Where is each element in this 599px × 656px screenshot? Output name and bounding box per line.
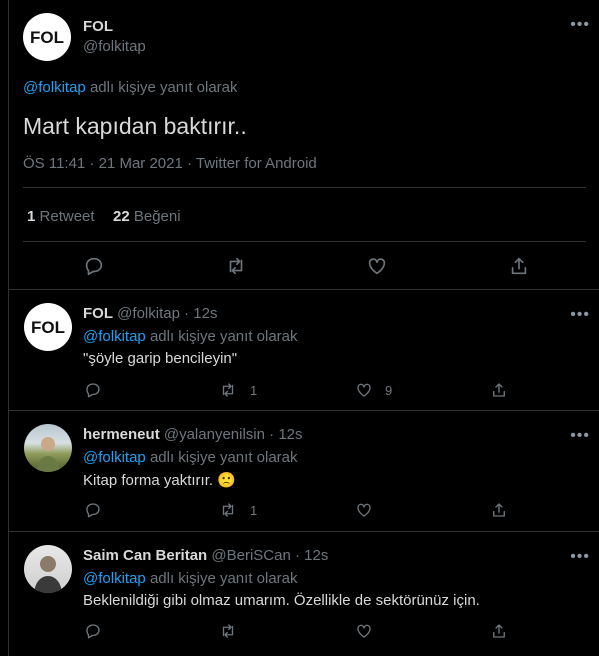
reply-tweet[interactable]: FOL FOL @folkitap · 12s ••• @folkitap ad… (9, 291, 599, 411)
svg-text:FOL: FOL (31, 318, 65, 337)
avatar[interactable]: FOL (24, 303, 72, 351)
reply-context: @folkitap adlı kişiye yanıt olarak (83, 328, 298, 345)
like-icon[interactable] (366, 255, 388, 277)
like-count: 22 (113, 208, 130, 225)
more-icon[interactable]: ••• (570, 428, 590, 444)
reply-to-suffix: adlı kişiye yanıt olarak (89, 79, 238, 96)
avatar-photo-icon (36, 437, 60, 472)
avatar-photo-icon (34, 556, 62, 593)
display-name[interactable]: hermeneut (83, 426, 160, 443)
handle[interactable]: @BeriSCan (211, 547, 290, 564)
retweet-icon[interactable] (219, 381, 237, 399)
fol-logo-icon: FOL (24, 303, 72, 351)
like-icon[interactable] (355, 622, 373, 640)
reply-tweet[interactable]: hermeneut @yalanyenilsin · 12s ••• @folk… (9, 412, 599, 532)
share-icon[interactable] (490, 622, 508, 640)
more-icon[interactable]: ••• (570, 17, 590, 33)
tweet-text-body: Kitap forma yaktırır. (83, 472, 214, 489)
tweet-text: Beklenildiği gibi olmaz umarım. Özellikl… (83, 592, 480, 609)
retweet-count: 1 (27, 208, 36, 225)
reply-header: FOL @folkitap · 12s (83, 305, 217, 322)
fol-logo-icon: FOL (23, 13, 71, 61)
retweet-icon[interactable] (219, 501, 237, 519)
avatar[interactable] (24, 545, 72, 593)
main-tweet: FOL FOL @folkitap ••• @folkitap adlı kiş… (9, 0, 599, 290)
avatar[interactable] (24, 424, 72, 472)
tweet-text: Kitap forma yaktırır. 🙁 (83, 471, 236, 489)
reply-to-suffix: adlı kişiye yanıt olarak (149, 328, 298, 345)
timestamp[interactable]: · 12s (295, 547, 328, 564)
reply-to-link[interactable]: @folkitap (23, 79, 86, 96)
like-count: 9 (385, 383, 393, 398)
like-icon[interactable] (355, 381, 373, 399)
share-icon[interactable] (508, 255, 530, 277)
retweet-icon[interactable] (219, 622, 237, 640)
share-icon[interactable] (490, 501, 508, 519)
avatar[interactable]: FOL (23, 13, 71, 61)
reply-context: @folkitap adlı kişiye yanıt olarak (83, 449, 298, 466)
timestamp[interactable]: · 12s (269, 426, 302, 443)
more-icon[interactable]: ••• (570, 307, 590, 323)
like-icon[interactable] (355, 501, 373, 519)
tweet-thread: FOL FOL @folkitap ••• @folkitap adlı kiş… (8, 0, 599, 656)
retweet-count: 1 (250, 383, 258, 398)
reply-icon[interactable] (84, 381, 102, 399)
reply-to-suffix: adlı kişiye yanıt olarak (149, 570, 298, 587)
tweet-meta[interactable]: ÖS 11:41 · 21 Mar 2021 · Twitter for And… (23, 155, 317, 172)
handle[interactable]: @folkitap (117, 305, 180, 322)
handle[interactable]: @folkitap (83, 38, 146, 55)
reply-to-link[interactable]: @folkitap (83, 449, 146, 466)
reply-tweet[interactable]: Saim Can Beritan @BeriSCan · 12s ••• @fo… (9, 533, 599, 656)
retweet-label: Retweet (39, 208, 95, 225)
display-name[interactable]: FOL (83, 305, 113, 322)
handle[interactable]: @yalanyenilsin (164, 426, 265, 443)
retweet-stat[interactable]: 1 Retweet (27, 208, 95, 225)
reply-context: @folkitap adlı kişiye yanıt olarak (83, 570, 298, 587)
share-icon[interactable] (490, 381, 508, 399)
divider (23, 241, 586, 242)
display-name[interactable]: FOL (83, 18, 113, 35)
timestamp[interactable]: · 12s (184, 305, 217, 322)
reply-header: Saim Can Beritan @BeriSCan · 12s (83, 547, 328, 564)
tweet-text: "şöyle garip bencileyin" (83, 350, 238, 367)
svg-text:FOL: FOL (30, 28, 64, 47)
reply-to-suffix: adlı kişiye yanıt olarak (149, 449, 298, 466)
like-label: Beğeni (133, 208, 181, 225)
retweet-icon[interactable] (225, 255, 247, 277)
tweet-text: Mart kapıdan baktırır.. (23, 113, 247, 139)
like-stat[interactable]: 22 Beğeni (113, 208, 181, 225)
reply-icon[interactable] (84, 622, 102, 640)
retweet-count: 1 (250, 503, 258, 518)
reply-header: hermeneut @yalanyenilsin · 12s (83, 426, 303, 443)
reply-to-link[interactable]: @folkitap (83, 570, 146, 587)
reply-icon[interactable] (83, 255, 105, 277)
reply-context: @folkitap adlı kişiye yanıt olarak (23, 79, 238, 96)
divider (23, 187, 586, 188)
more-icon[interactable]: ••• (570, 549, 590, 565)
frowning-face-emoji: 🙁 (217, 471, 236, 489)
reply-icon[interactable] (84, 501, 102, 519)
display-name[interactable]: Saim Can Beritan (83, 547, 207, 564)
reply-to-link[interactable]: @folkitap (83, 328, 146, 345)
